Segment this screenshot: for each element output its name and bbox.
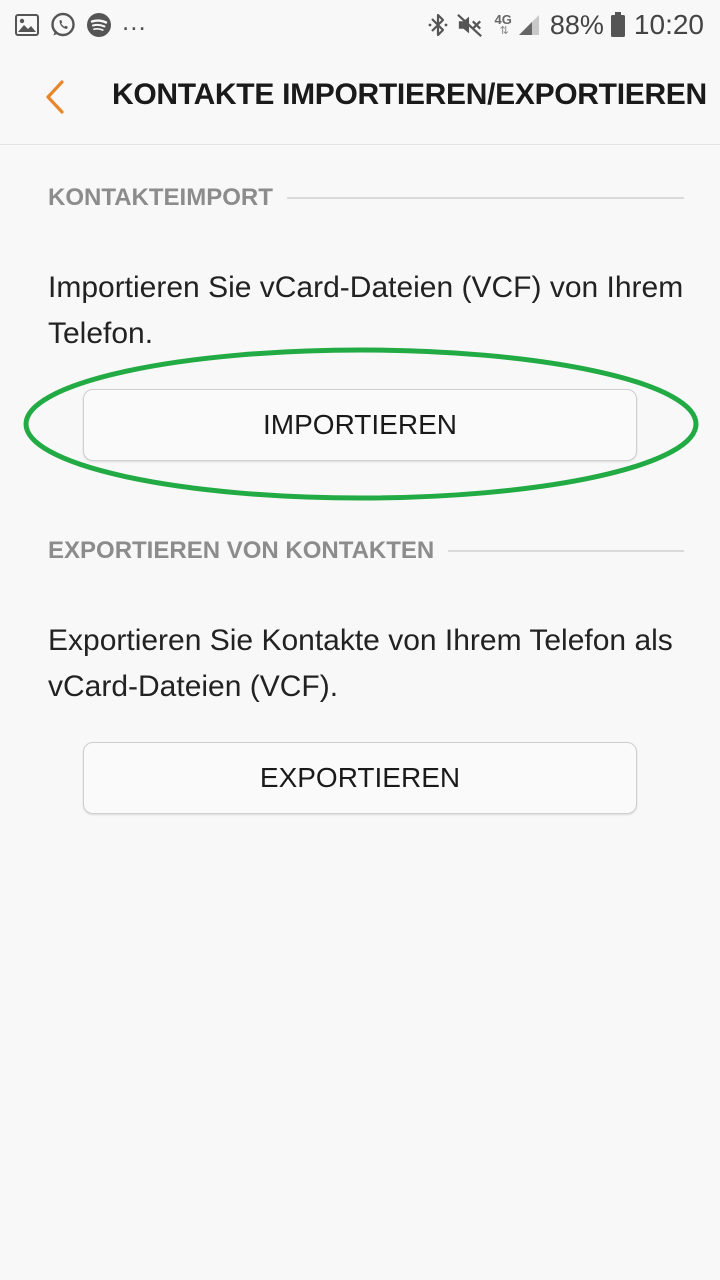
import-description: Importieren Sie vCard-Dateien (VCF) von … xyxy=(48,271,684,350)
notification-overflow: ... xyxy=(122,5,147,36)
chevron-left-icon xyxy=(46,80,64,114)
export-button[interactable]: EXPORTIEREN xyxy=(83,742,637,814)
export-section-header: EXPORTIEREN VON KONTAKTEN xyxy=(48,537,684,565)
network-type: 4G ⇅ xyxy=(494,12,512,37)
import-section-title: KONTAKTEIMPORT xyxy=(48,184,273,211)
import-section-header: KONTAKTEIMPORT xyxy=(48,184,684,212)
bluetooth-icon xyxy=(425,12,451,38)
gallery-icon xyxy=(14,12,40,38)
export-section-title: EXPORTIEREN VON KONTAKTEN xyxy=(48,537,435,564)
battery-percent: 88% xyxy=(549,9,604,40)
status-bar-right: 4G ⇅ 88% 10:20 xyxy=(425,0,704,50)
status-bar-left: ... xyxy=(14,0,147,50)
section-divider xyxy=(448,550,684,552)
whatsapp-icon xyxy=(50,12,76,38)
spotify-icon xyxy=(86,12,112,38)
battery-icon xyxy=(610,12,626,38)
section-divider xyxy=(286,197,684,199)
page-title: KONTAKTE IMPORTIEREN/EXPORTIEREN xyxy=(112,78,707,111)
signal-icon xyxy=(516,12,542,38)
mute-icon xyxy=(456,12,483,38)
back-button[interactable] xyxy=(30,70,80,124)
status-bar: ... 4G ⇅ 88% 10:20 xyxy=(0,0,720,50)
export-description: Exportieren Sie Kontakte von Ihrem Telef… xyxy=(48,624,673,703)
app-bar: KONTAKTE IMPORTIEREN/EXPORTIEREN xyxy=(0,50,720,145)
import-button[interactable]: IMPORTIEREN xyxy=(83,389,637,461)
clock: 10:20 xyxy=(633,9,704,40)
